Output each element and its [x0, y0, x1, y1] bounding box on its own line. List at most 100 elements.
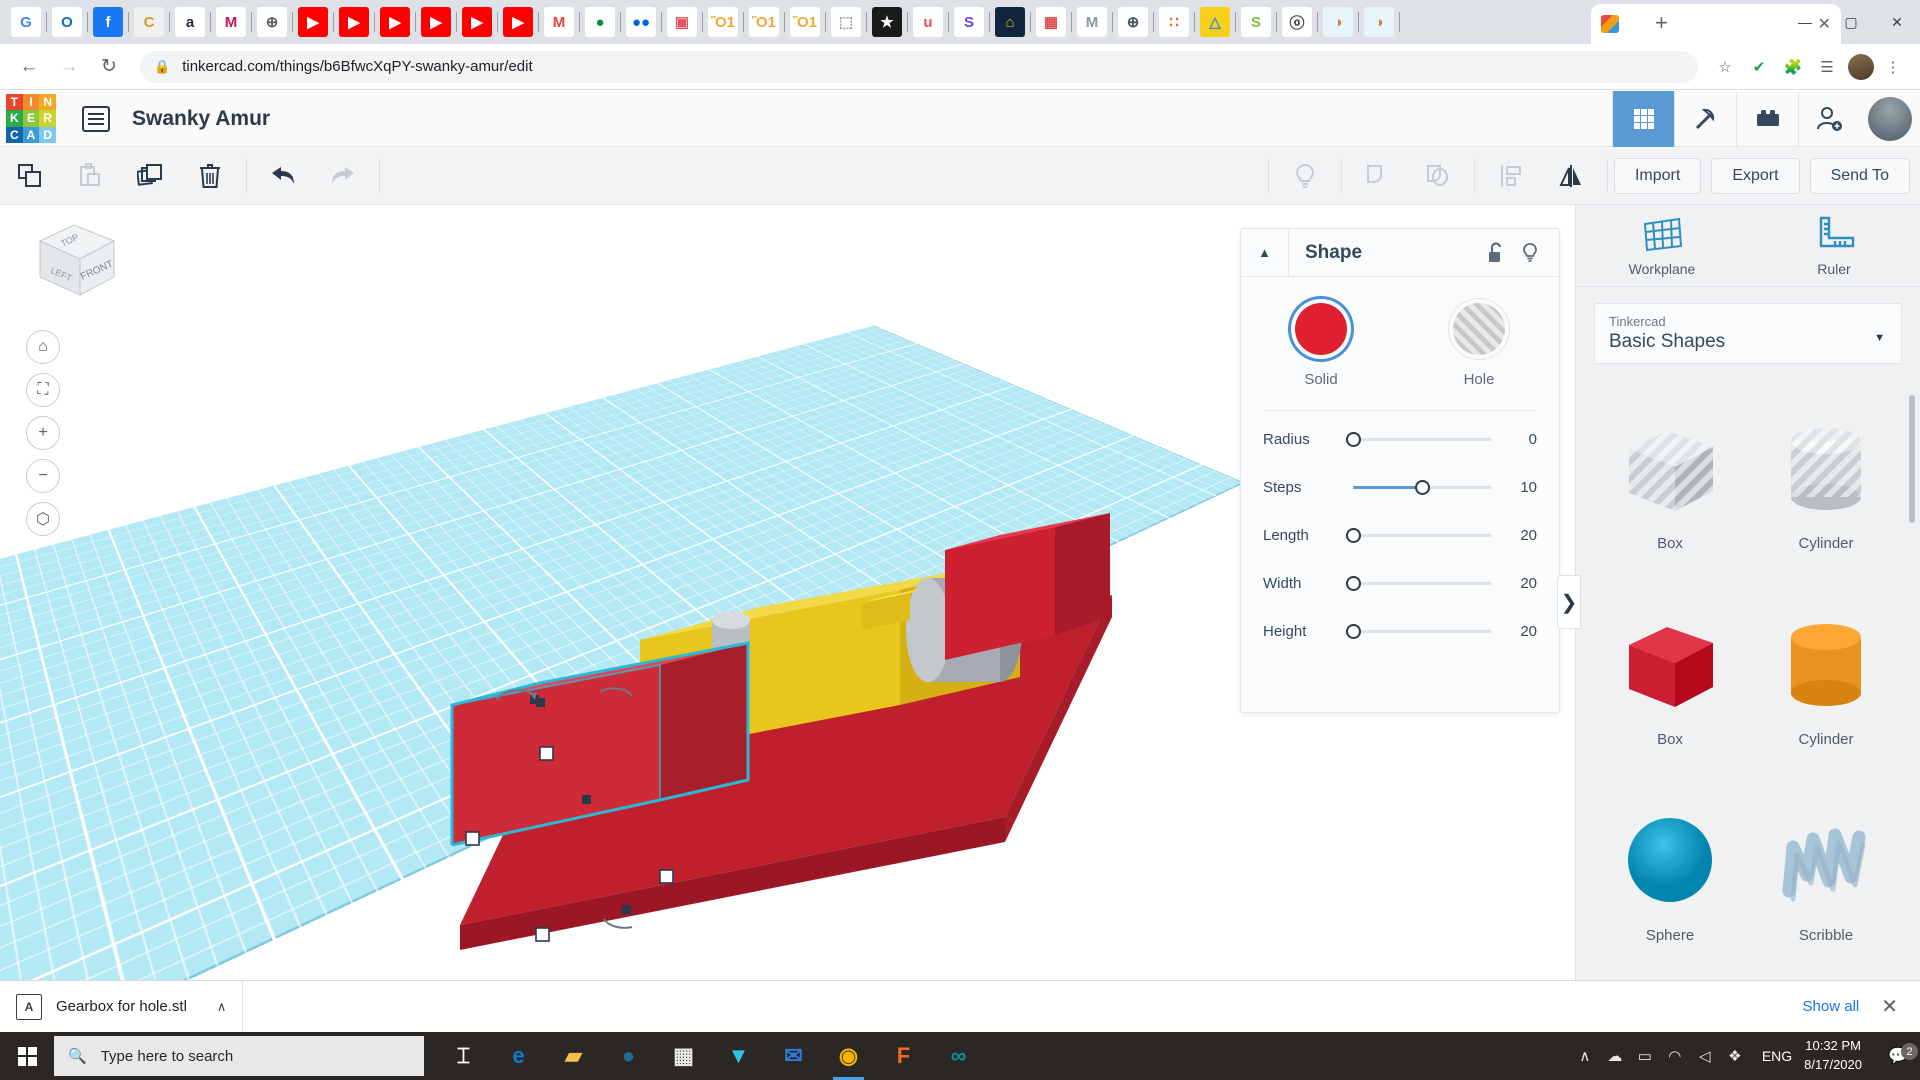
show-hidden-icons-button[interactable]: ∧ — [1570, 1047, 1600, 1065]
stema-bookmark[interactable]: S — [1241, 7, 1271, 37]
sidebar-scrollbar[interactable] — [1909, 395, 1915, 523]
volume-tray-icon[interactable]: ◁ — [1690, 1047, 1720, 1065]
solid-color-swatch[interactable] — [1295, 303, 1347, 355]
outlook-bookmark[interactable]: O — [52, 7, 82, 37]
steam-taskbar-button[interactable]: ● — [601, 1032, 656, 1080]
slider-track[interactable] — [1353, 486, 1491, 489]
taskbar-search-input[interactable]: 🔍 Type here to search — [54, 1036, 424, 1076]
chrome-taskbar-button[interactable]: ◉ — [821, 1032, 876, 1080]
arduino-taskbar-button[interactable]: ∞ — [931, 1032, 986, 1080]
send-to-button[interactable]: Send To — [1810, 158, 1910, 194]
slider-track[interactable] — [1353, 630, 1491, 633]
back-arrow-icon[interactable]: ← — [12, 50, 46, 84]
mail-taskbar-button[interactable]: ✉ — [766, 1032, 821, 1080]
facebook-bookmark[interactable]: f — [93, 7, 123, 37]
c-bookmark[interactable]: C — [134, 7, 164, 37]
slider-value[interactable]: 20 — [1503, 527, 1537, 544]
u-script-bookmark[interactable]: u — [913, 7, 943, 37]
map-bookmark[interactable]: △ — [1200, 7, 1230, 37]
slider-length[interactable]: Length20 — [1241, 515, 1559, 555]
youtube-bookmark-5[interactable]: ▶ — [462, 7, 492, 37]
slider-steps[interactable]: Steps10 — [1241, 467, 1559, 507]
youtube-bookmark-2[interactable]: ▶ — [339, 7, 369, 37]
shape-library-select[interactable]: Tinkercad Basic Shapes ▼ — [1594, 303, 1902, 364]
slider-track[interactable] — [1353, 582, 1491, 585]
chevron-up-icon[interactable]: ∧ — [217, 999, 227, 1015]
three-dot-menu-icon[interactable]: ⋮ — [1878, 52, 1908, 82]
chevron-down-icon[interactable]: ▼ — [1874, 332, 1885, 344]
windows-start-icon[interactable] — [0, 1032, 54, 1080]
language-indicator[interactable]: ENG — [1762, 1048, 1792, 1064]
character-bookmark-2[interactable]: ◑ — [1364, 7, 1394, 37]
fit-view-button[interactable]: ⛶ — [26, 373, 60, 407]
ruler-tool[interactable]: Ruler — [1748, 205, 1920, 286]
dropbox-tray-icon[interactable]: ❖ — [1720, 1047, 1750, 1065]
close-window-button[interactable]: ✕ — [1874, 0, 1920, 44]
undo-button[interactable] — [253, 147, 313, 205]
shape-cylinder-orange[interactable]: Cylinder — [1750, 582, 1902, 774]
minimize-button[interactable]: — — [1782, 0, 1828, 44]
lightbulb-bookmark-1[interactable]: Ὂ1 — [708, 7, 738, 37]
slider-value[interactable]: 0 — [1503, 431, 1537, 448]
export-button[interactable]: Export — [1711, 158, 1799, 194]
orange-dots-bookmark[interactable]: ∷ — [1159, 7, 1189, 37]
tinker-button[interactable] — [1674, 91, 1736, 147]
hole-mode-option[interactable]: Hole — [1431, 303, 1527, 388]
slider-knob[interactable] — [1346, 576, 1361, 591]
screen-bookmark[interactable]: ⬚ — [831, 7, 861, 37]
slider-track[interactable] — [1353, 534, 1491, 537]
zoom-in-button[interactable]: + — [26, 416, 60, 450]
slider-knob[interactable] — [1346, 528, 1361, 543]
green-circle-bookmark[interactable]: ● — [585, 7, 615, 37]
m-bookmark[interactable]: M — [216, 7, 246, 37]
hole-swatch[interactable] — [1453, 303, 1505, 355]
reading-list-icon[interactable]: ☰ — [1812, 52, 1842, 82]
fusion-taskbar-button[interactable]: F — [876, 1032, 931, 1080]
youtube-bookmark-1[interactable]: ▶ — [298, 7, 328, 37]
puzzle-icon[interactable]: 🧩 — [1778, 52, 1808, 82]
clock[interactable]: 10:32 PM 8/17/2020 — [1804, 1037, 1862, 1075]
m-script-bookmark[interactable]: M — [1077, 7, 1107, 37]
copy-button[interactable] — [0, 147, 60, 205]
slider-value[interactable]: 20 — [1503, 575, 1537, 592]
s-bookmark[interactable]: S — [954, 7, 984, 37]
lightbulb-bookmark-2[interactable]: Ὂ1 — [749, 7, 779, 37]
star-badge-bookmark[interactable]: ★ — [872, 7, 902, 37]
slider-height[interactable]: Height20 — [1241, 611, 1559, 651]
shape-scribble[interactable]: Scribble — [1750, 778, 1902, 970]
calendar-bookmark[interactable]: ▦ — [1036, 7, 1066, 37]
invite-user-button[interactable] — [1798, 91, 1860, 147]
battery-tray-icon[interactable]: ▭ — [1630, 1047, 1660, 1065]
store-taskbar-button[interactable]: ▦ — [656, 1032, 711, 1080]
collapse-triangle-icon[interactable]: ▲ — [1241, 229, 1289, 277]
profile-avatar[interactable] — [1848, 54, 1874, 80]
globe-bookmark[interactable]: ⊕ — [257, 7, 287, 37]
show-all-downloads-link[interactable]: Show all — [1803, 998, 1860, 1015]
lightbulb-bookmark-3[interactable]: Ὂ1 — [790, 7, 820, 37]
ortho-perspective-button[interactable]: ⬡ — [26, 502, 60, 536]
edge-taskbar-button[interactable]: e — [491, 1032, 546, 1080]
shape-sphere-blue[interactable]: Sphere — [1594, 778, 1746, 970]
unlock-icon[interactable] — [1479, 242, 1513, 264]
view-cube[interactable]: TOP LEFT FRONT — [22, 215, 127, 305]
new-tab-button[interactable]: + — [1655, 10, 1668, 36]
mirror-button[interactable] — [1541, 147, 1601, 205]
list-menu-icon[interactable] — [82, 106, 110, 132]
youtube-bookmark-6[interactable]: ▶ — [503, 7, 533, 37]
globe2-bookmark[interactable]: ⊕ — [1118, 7, 1148, 37]
task-view-button[interactable]: ⌶ — [436, 1032, 491, 1080]
url-input[interactable]: 🔒 tinkercad.com/things/b6BfwcXqPY-swanky… — [140, 51, 1698, 83]
duplicate-button[interactable] — [120, 147, 180, 205]
slider-knob[interactable] — [1346, 624, 1361, 639]
amazon-bookmark[interactable]: a — [175, 7, 205, 37]
download-item[interactable]: A Gearbox for hole.stl ∧ — [0, 981, 243, 1033]
slider-knob[interactable] — [1346, 432, 1361, 447]
onedrive-tray-icon[interactable]: ☁ — [1600, 1047, 1630, 1065]
slider-knob[interactable] — [1415, 480, 1430, 495]
home-view-button[interactable]: ⌂ — [26, 330, 60, 364]
tinkercad-logo[interactable]: TINKERCAD — [6, 94, 56, 144]
youtube-bookmark-3[interactable]: ▶ — [380, 7, 410, 37]
blocks-button[interactable] — [1736, 91, 1798, 147]
slider-width[interactable]: Width20 — [1241, 563, 1559, 603]
shape-box-hole[interactable]: Box — [1594, 386, 1746, 578]
